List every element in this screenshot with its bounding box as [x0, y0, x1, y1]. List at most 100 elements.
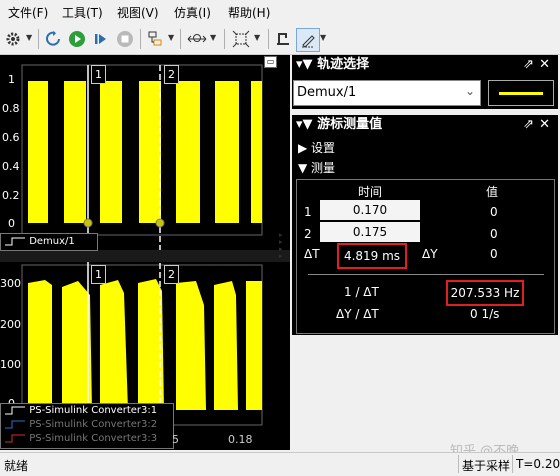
- chevron-down-icon[interactable]: ▼: [210, 33, 216, 42]
- separator: [180, 29, 181, 49]
- delta-y-label: ΔY: [422, 247, 438, 261]
- cursor-panel-title: 游标测量值: [317, 117, 383, 132]
- xtick: 0.18: [228, 433, 253, 446]
- cursor-1-label-top[interactable]: 1: [91, 65, 106, 84]
- settings-label: 设置: [311, 141, 336, 155]
- ytick: 0.8: [2, 102, 20, 115]
- divider: [512, 455, 513, 473]
- cursor-panel-body: ▶ 设置 ▼ 测量 时间 值 1 0.170 0 2 0.175 0 ΔT 4.…: [292, 135, 558, 335]
- scope-plot-area[interactable]: 1 2 1 2 1 0.8 0.6 0.4 0.2 0 300 200 100 …: [0, 55, 290, 450]
- undock-icon[interactable]: ⇗: [523, 115, 534, 135]
- legend-entry-label: PS-Simulink Converter3:1: [29, 405, 158, 416]
- separator: [268, 29, 269, 49]
- cursor-2-label-top[interactable]: 2: [164, 65, 179, 84]
- ytick: 300: [0, 277, 21, 290]
- delta-t-value: 4.819 ms: [337, 243, 407, 269]
- step-back-icon[interactable]: [42, 28, 64, 50]
- legend-bottom[interactable]: PS-Simulink Converter3:1 PS-Simulink Con…: [0, 403, 174, 449]
- menu-view[interactable]: 视图(V): [117, 4, 159, 21]
- stop-icon[interactable]: [114, 28, 136, 50]
- menu-simulation[interactable]: 仿真(I): [174, 4, 211, 21]
- sim-time: T=0.200: [516, 457, 560, 471]
- separator: [224, 29, 225, 49]
- panel-menu-icon[interactable]: ▾▼: [296, 57, 313, 72]
- ytick: 0.4: [2, 160, 20, 173]
- legend-entry: PS-Simulink Converter3:2: [1, 418, 173, 432]
- status-bar: 就绪 基于采样 T=0.200: [0, 452, 560, 476]
- trace-select[interactable]: Demux/1 ⌄: [293, 80, 481, 106]
- cursor-1-label-bottom[interactable]: 1: [91, 265, 106, 284]
- line-color-swatch[interactable]: [488, 80, 554, 106]
- ytick: 1: [8, 73, 15, 86]
- cursor-icon[interactable]: [272, 28, 294, 50]
- separator: [140, 29, 141, 49]
- chevron-down-icon[interactable]: ▼: [320, 33, 326, 42]
- ytick: 0.2: [2, 189, 20, 202]
- chevron-down-icon[interactable]: ▼: [254, 33, 260, 42]
- menu-tools[interactable]: 工具(T): [62, 4, 103, 21]
- edit-icon[interactable]: [296, 28, 320, 52]
- close-icon[interactable]: ✕: [539, 115, 550, 135]
- close-icon[interactable]: ✕: [539, 55, 550, 75]
- legend-entry-label: PS-Simulink Converter3:3: [29, 433, 158, 444]
- cursor2-time-field[interactable]: 0.175: [320, 222, 420, 242]
- legend-top[interactable]: Demux/1: [0, 233, 98, 251]
- sampling-mode: 基于采样: [462, 459, 511, 473]
- dy-dt-value: 0 1/s: [470, 307, 500, 321]
- cursor-1-marker[interactable]: [83, 218, 93, 228]
- highlight-block-icon[interactable]: [144, 28, 166, 50]
- line-color-sample: [499, 92, 543, 95]
- legend-line-icon: [5, 237, 25, 246]
- settings-section[interactable]: ▶ 设置: [298, 139, 335, 156]
- measure-label: 测量: [311, 161, 336, 175]
- ytick: 0: [8, 217, 15, 230]
- menu-help[interactable]: 帮助(H): [228, 4, 270, 21]
- col-value-header: 值: [486, 185, 499, 199]
- undock-icon[interactable]: ⇗: [523, 55, 534, 75]
- measure-section[interactable]: ▼ 测量: [298, 159, 335, 176]
- legend-entry-label: PS-Simulink Converter3:2: [29, 419, 158, 430]
- axes-separator: [0, 250, 290, 262]
- ytick: 200: [0, 318, 21, 331]
- status-text: 就绪: [4, 459, 29, 473]
- dy-dt-label: ΔY / ΔT: [336, 307, 379, 321]
- col-time-header: 时间: [358, 185, 383, 199]
- menu-file[interactable]: 文件(F): [8, 4, 48, 21]
- row1-label: 1: [304, 205, 312, 219]
- row2-label: 2: [304, 227, 312, 241]
- fit-to-view-icon[interactable]: [230, 28, 252, 50]
- divider: [308, 274, 544, 275]
- panel-empty-area: [292, 336, 558, 450]
- panel-menu-icon[interactable]: ▾▼: [296, 117, 313, 132]
- legend-entry: PS-Simulink Converter3:3: [1, 432, 173, 446]
- ytick: 100: [0, 358, 21, 371]
- collapse-panel-icon[interactable]: ▸ ▸ ▸ ▸: [279, 232, 283, 260]
- divider: [458, 455, 459, 473]
- xtick: 5: [172, 433, 179, 446]
- cursor1-value: 0: [490, 205, 498, 219]
- chevron-down-icon: ⌄: [464, 84, 475, 98]
- cursor-2-label-bottom[interactable]: 2: [164, 265, 179, 284]
- cursor-panel-header[interactable]: ▾▼ 游标测量值 ⇗ ✕: [292, 115, 558, 135]
- cursor-2-marker[interactable]: [155, 218, 165, 228]
- legend-top-label: Demux/1: [29, 236, 75, 247]
- bottom-signal: [28, 279, 262, 410]
- chevron-down-icon[interactable]: ▼: [168, 33, 174, 42]
- trace-panel-header[interactable]: ▾▼ 轨迹选择 ⇗ ✕: [292, 55, 558, 75]
- inv-delta-t-label: 1 / ΔT: [344, 285, 379, 299]
- frequency-value: 207.533 Hz: [446, 280, 524, 306]
- undock-icon[interactable]: ▭: [264, 56, 277, 68]
- chevron-down-icon[interactable]: ▼: [26, 33, 32, 42]
- gear-icon[interactable]: [2, 28, 24, 50]
- cursor1-time-field[interactable]: 0.170: [320, 200, 420, 220]
- ytick: 0.6: [2, 131, 20, 144]
- separator: [38, 29, 39, 49]
- run-icon[interactable]: [66, 28, 88, 50]
- trace-panel-title: 轨迹选择: [317, 57, 370, 72]
- step-forward-icon[interactable]: [90, 28, 112, 50]
- scope-axes[interactable]: [0, 55, 290, 450]
- zoom-x-icon[interactable]: [186, 28, 208, 50]
- delta-t-label: ΔT: [304, 247, 320, 261]
- legend-entry: PS-Simulink Converter3:1: [1, 404, 173, 418]
- toolbar: ▼ ▼ ▼ ▼ ▼: [0, 24, 560, 55]
